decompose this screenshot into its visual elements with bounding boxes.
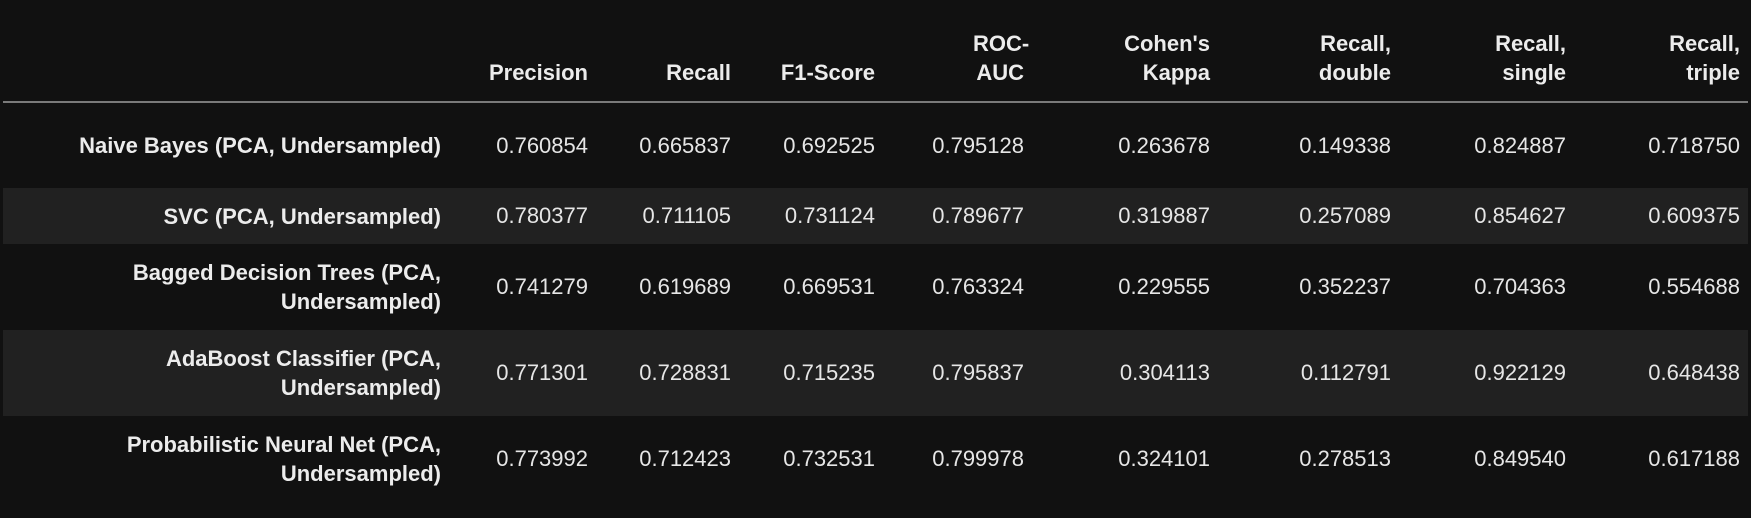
table-cell: 0.278513: [1299, 446, 1391, 471]
column-header-cohens-kappa: Cohen's Kappa: [1032, 0, 1218, 103]
table-cell: 0.609375: [1648, 203, 1740, 228]
table-cell: 0.799978: [932, 446, 1024, 471]
table-cell: 0.771301: [496, 360, 588, 385]
table-cell: 0.648438: [1648, 360, 1740, 385]
table-cell: 0.711105: [642, 203, 732, 228]
table-cell: 0.669531: [783, 274, 875, 299]
row-label: SVC (PCA, Undersampled): [163, 203, 442, 229]
table-cell: 0.263678: [1118, 132, 1210, 158]
table-row: Bagged Decision Trees (PCA, Undersampled…: [3, 244, 1748, 330]
table-cell: 0.763324: [932, 274, 1024, 299]
table-cell: 0.352237: [1299, 274, 1391, 299]
table-cell: 0.149338: [1299, 132, 1391, 158]
table-row: AdaBoost Classifier (PCA, Undersampled) 0…: [3, 330, 1748, 416]
table-cell: 0.324101: [1118, 446, 1210, 471]
table-cell: 0.922129: [1474, 360, 1566, 385]
table-cell: 0.319887: [1118, 203, 1210, 228]
table-cell: 0.731124: [784, 203, 875, 228]
table-cell: 0.760854: [496, 132, 588, 158]
column-header-roc-auc: ROC-AUC: [883, 0, 1032, 103]
row-label: Probabilistic Neural Net (PCA, Undersamp…: [126, 432, 441, 486]
column-header-f1-score: F1-Score: [739, 0, 883, 103]
table-cell: 0.304113: [1119, 360, 1210, 385]
table-cell: 0.619689: [639, 274, 731, 299]
table-cell: 0.795128: [932, 132, 1024, 158]
table-cell: 0.257089: [1299, 203, 1391, 228]
column-header-recall-double: Recall, double: [1218, 0, 1399, 103]
table-cell: 0.617188: [1648, 446, 1740, 471]
table-cell: 0.229555: [1118, 274, 1210, 299]
row-label: Naive Bayes (PCA, Undersampled): [79, 133, 441, 158]
table-row: Probabilistic Neural Net (PCA, Undersamp…: [3, 416, 1748, 502]
table-cell: 0.824887: [1474, 132, 1566, 158]
table-cell: 0.773992: [496, 446, 588, 471]
table-cell: 0.112791: [1300, 360, 1391, 385]
row-label: Bagged Decision Trees (PCA, Undersampled…: [132, 260, 441, 314]
table-cell: 0.795837: [932, 360, 1024, 385]
table-cell: 0.692525: [783, 132, 875, 158]
table-cell: 0.554688: [1648, 274, 1740, 299]
column-header-recall-single: Recall, single: [1399, 0, 1574, 103]
table-cell: 0.741279: [496, 274, 588, 299]
column-header-recall-triple: Recall, triple: [1574, 0, 1748, 103]
header-row: Precision Recall F1-Score ROC-AUC Cohen'…: [3, 0, 1748, 103]
table-cell: 0.732531: [783, 446, 875, 471]
index-header: [3, 0, 449, 103]
table-cell: 0.715235: [783, 360, 875, 385]
table-cell: 0.849540: [1474, 446, 1566, 471]
table-row: Naive Bayes (PCA, Undersampled) 0.760854 0…: [3, 102, 1748, 188]
table-row: SVC (PCA, Undersampled) 0.780377 0.711105 0…: [3, 188, 1748, 244]
table-cell: 0.789677: [932, 203, 1024, 228]
table-cell: 0.854627: [1474, 203, 1566, 228]
column-header-recall: Recall: [596, 0, 739, 103]
table-cell: 0.712423: [639, 446, 731, 471]
table-cell: 0.718750: [1648, 132, 1740, 158]
column-header-precision: Precision: [449, 0, 596, 103]
table-cell: 0.728831: [639, 360, 731, 385]
table-cell: 0.704363: [1474, 274, 1566, 299]
table-cell: 0.665837: [639, 132, 731, 158]
row-label: AdaBoost Classifier (PCA, Undersampled): [165, 346, 441, 400]
table-cell: 0.780377: [496, 203, 588, 228]
metrics-table: Precision Recall F1-Score ROC-AUC Cohen'…: [3, 0, 1748, 502]
